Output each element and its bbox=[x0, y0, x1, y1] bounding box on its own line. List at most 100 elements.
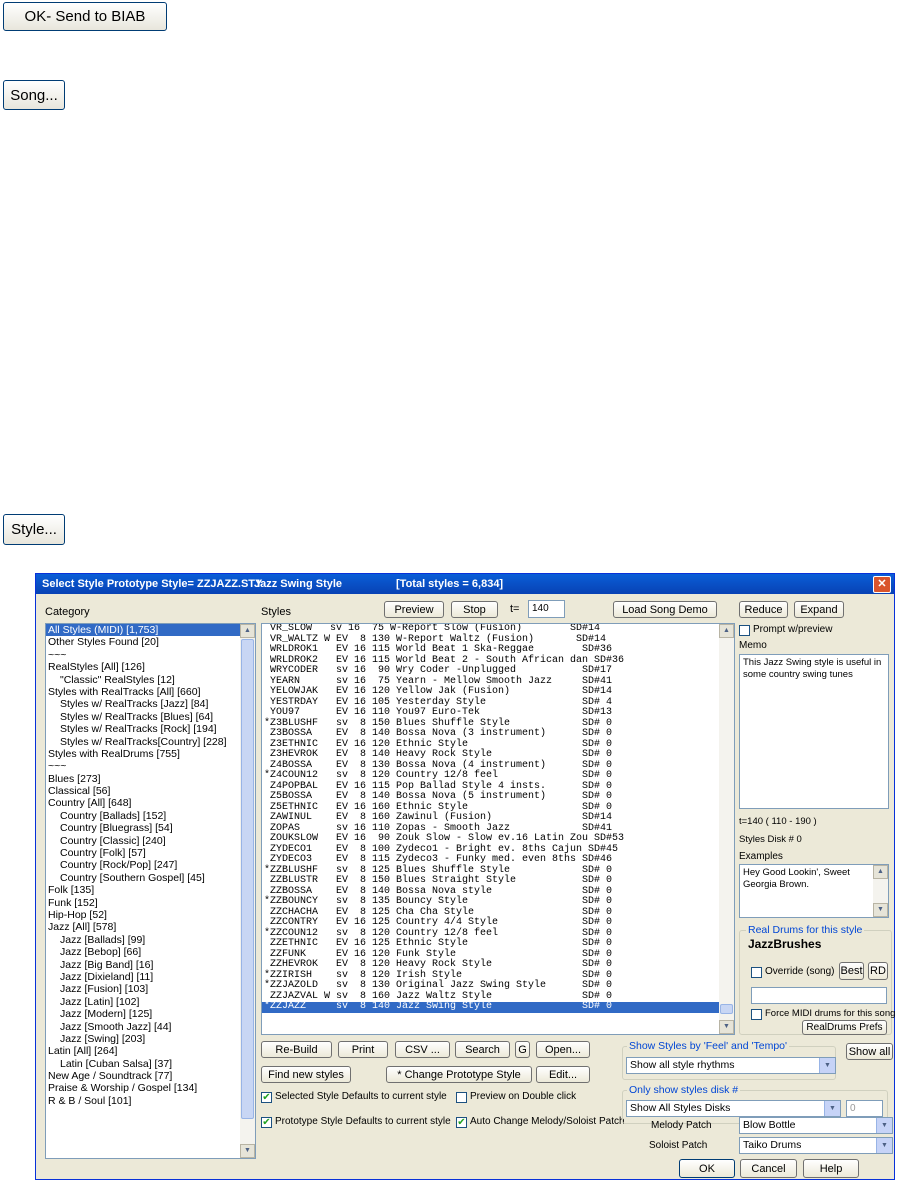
category-item[interactable]: Jazz [Swing] [203] bbox=[46, 1033, 255, 1045]
category-item[interactable]: Funk [152] bbox=[46, 897, 255, 909]
scroll-down-icon[interactable]: ▼ bbox=[240, 1144, 255, 1158]
style-button[interactable]: Style... bbox=[3, 514, 65, 545]
style-row[interactable]: YELOWJAK EV 16 120 Yellow Jak (Fusion) S… bbox=[262, 686, 734, 698]
ok-button[interactable]: OK bbox=[679, 1159, 735, 1178]
category-list[interactable]: All Styles (MIDI) [1,753] Other Styles Fo… bbox=[45, 623, 256, 1159]
preview-button[interactable]: Preview bbox=[384, 601, 444, 618]
scroll-up-icon[interactable]: ▲ bbox=[873, 865, 888, 879]
category-item[interactable]: ~~~ bbox=[46, 760, 255, 772]
category-item[interactable]: Jazz [Latin] [102] bbox=[46, 996, 255, 1008]
scroll-down-icon[interactable]: ▼ bbox=[873, 903, 888, 917]
find-new-styles-button[interactable]: Find new styles bbox=[261, 1066, 351, 1083]
style-row[interactable]: WRYCODER sv 16 90 Wry Coder -Unplugged S… bbox=[262, 665, 734, 677]
chevron-down-icon[interactable]: ▼ bbox=[819, 1058, 835, 1073]
help-button[interactable]: Help bbox=[803, 1159, 859, 1178]
edit-button[interactable]: Edit... bbox=[536, 1066, 590, 1083]
feel-filter-select[interactable]: Show all style rhythms ▼ bbox=[626, 1057, 836, 1074]
category-item[interactable]: Blues [273] bbox=[46, 773, 255, 785]
prototype-defaults-checkbox[interactable]: ✔ bbox=[261, 1117, 272, 1128]
examples-textarea[interactable]: Hey Good Lookin', Sweet Georgia Brown. ▲… bbox=[739, 864, 889, 918]
style-row[interactable]: Z5BOSSA EV 8 140 Bossa Nova (5 instrumen… bbox=[262, 791, 734, 803]
g-button[interactable]: G bbox=[515, 1041, 530, 1058]
category-item[interactable]: Latin [All] [264] bbox=[46, 1045, 255, 1057]
disk-filter-select[interactable]: Show All Styles Disks ▼ bbox=[626, 1100, 841, 1117]
style-row[interactable]: ZZCONTRY EV 16 125 Country 4/4 Style SD#… bbox=[262, 917, 734, 929]
category-item[interactable]: ~~~ bbox=[46, 649, 255, 661]
real-drums-input[interactable] bbox=[751, 987, 887, 1004]
print-button[interactable]: Print bbox=[338, 1041, 388, 1058]
category-item[interactable]: Country [Folk] [57] bbox=[46, 847, 255, 859]
style-row[interactable]: ZAWINUL EV 8 160 Zawinul (Fusion) SD#14 bbox=[262, 812, 734, 824]
search-button[interactable]: Search bbox=[455, 1041, 510, 1058]
category-item[interactable]: Styles with RealTracks [All] [660] bbox=[46, 686, 255, 698]
category-item[interactable]: RealStyles [All] [126] bbox=[46, 661, 255, 673]
cancel-button[interactable]: Cancel bbox=[740, 1159, 797, 1178]
category-item[interactable]: Country [Southern Gospel] [45] bbox=[46, 872, 255, 884]
tempo-input[interactable]: 140 bbox=[528, 600, 565, 618]
category-item[interactable]: Other Styles Found [20] bbox=[46, 636, 255, 648]
style-row[interactable]: VR_SLOW sv 16 75 W-Report Slow (Fusion) … bbox=[262, 624, 734, 635]
memo-textarea[interactable]: This Jazz Swing style is useful in some … bbox=[739, 654, 889, 809]
category-item[interactable]: Jazz [All] [578] bbox=[46, 921, 255, 933]
preview-double-click-checkbox[interactable] bbox=[456, 1092, 467, 1103]
chevron-down-icon[interactable]: ▼ bbox=[876, 1138, 892, 1153]
style-row[interactable]: ZZBLUSTR EV 8 150 Blues Straight Style S… bbox=[262, 875, 734, 887]
category-item[interactable]: R & B / Soul [101] bbox=[46, 1095, 255, 1107]
category-item[interactable]: Jazz [Dixieland] [11] bbox=[46, 971, 255, 983]
category-item[interactable]: Folk [135] bbox=[46, 884, 255, 896]
scroll-thumb[interactable] bbox=[720, 1004, 733, 1014]
category-item[interactable]: Praise & Worship / Gospel [134] bbox=[46, 1082, 255, 1094]
realdrums-prefs-button[interactable]: RealDrums Prefs bbox=[802, 1020, 887, 1035]
category-item[interactable]: Country [Ballads] [152] bbox=[46, 810, 255, 822]
category-item[interactable]: Jazz [Ballads] [99] bbox=[46, 934, 255, 946]
category-item[interactable]: Styles w/ RealTracks [Jazz] [84] bbox=[46, 698, 255, 710]
category-item[interactable]: "Classic" RealStyles [12] bbox=[46, 674, 255, 686]
category-item[interactable]: Jazz [Bebop] [66] bbox=[46, 946, 255, 958]
category-item[interactable]: Styles w/ RealTracks [Blues] [64] bbox=[46, 711, 255, 723]
style-row[interactable]: ZZETHNIC EV 16 125 Ethnic Style SD# 0 bbox=[262, 938, 734, 950]
style-row[interactable]: Z3BOSSA EV 8 140 Bossa Nova (3 instrumen… bbox=[262, 728, 734, 740]
styles-scrollbar[interactable]: ▲ ▼ bbox=[719, 624, 734, 1034]
load-song-demo-button[interactable]: Load Song Demo bbox=[613, 601, 717, 618]
category-item[interactable]: Classical [56] bbox=[46, 785, 255, 797]
category-item[interactable]: Styles w/ RealTracks [Rock] [194] bbox=[46, 723, 255, 735]
category-scrollbar[interactable]: ▲ ▼ bbox=[240, 624, 255, 1158]
style-row[interactable]: *ZZBOUNCY sv 8 135 Bouncy Style SD# 0 bbox=[262, 896, 734, 908]
expand-button[interactable]: Expand bbox=[794, 601, 844, 618]
show-all-button[interactable]: Show all bbox=[846, 1043, 893, 1060]
soloist-patch-select[interactable]: Taiko Drums ▼ bbox=[739, 1137, 893, 1154]
style-row[interactable]: *ZZJAZZ sv 8 140 Jazz Swing Style SD# 0 bbox=[262, 1001, 734, 1013]
category-item[interactable]: Hip-Hop [52] bbox=[46, 909, 255, 921]
disk-number-input[interactable]: 0 bbox=[846, 1100, 883, 1117]
category-item[interactable]: Jazz [Fusion] [103] bbox=[46, 983, 255, 995]
chevron-down-icon[interactable]: ▼ bbox=[876, 1118, 892, 1133]
prompt-preview-checkbox[interactable] bbox=[739, 625, 750, 636]
category-item[interactable]: Jazz [Big Band] [16] bbox=[46, 959, 255, 971]
category-item[interactable]: Latin [Cuban Salsa] [37] bbox=[46, 1058, 255, 1070]
style-row[interactable]: YOU97 EV 16 110 You97 Euro-Tek SD#13 bbox=[262, 707, 734, 719]
reduce-button[interactable]: Reduce bbox=[739, 601, 788, 618]
category-item[interactable]: Styles with RealDrums [755] bbox=[46, 748, 255, 760]
scroll-thumb[interactable] bbox=[241, 639, 254, 1119]
category-item[interactable]: Country [Bluegrass] [54] bbox=[46, 822, 255, 834]
category-item[interactable]: Jazz [Modern] [125] bbox=[46, 1008, 255, 1020]
force-midi-drums-checkbox[interactable] bbox=[751, 1009, 762, 1020]
category-item[interactable]: Country [Rock/Pop] [247] bbox=[46, 859, 255, 871]
scroll-up-icon[interactable]: ▲ bbox=[240, 624, 255, 638]
style-row[interactable]: WRLDROK1 EV 16 115 World Beat 1 Ska-Regg… bbox=[262, 644, 734, 656]
style-row[interactable]: *Z4COUN12 sv 8 120 Country 12/8 feel SD#… bbox=[262, 770, 734, 782]
style-row[interactable]: *ZZJAZOLD sv 8 130 Original Jazz Swing S… bbox=[262, 980, 734, 992]
song-button[interactable]: Song... bbox=[3, 80, 65, 110]
scroll-up-icon[interactable]: ▲ bbox=[719, 624, 734, 638]
close-icon[interactable]: ✕ bbox=[873, 576, 891, 593]
category-item[interactable]: Country [All] [648] bbox=[46, 797, 255, 809]
open-button[interactable]: Open... bbox=[536, 1041, 590, 1058]
examples-scrollbar[interactable]: ▲ ▼ bbox=[873, 865, 888, 917]
ok-send-to-biab-button[interactable]: OK- Send to BIAB bbox=[3, 2, 167, 31]
csv-button[interactable]: CSV ... bbox=[395, 1041, 450, 1058]
auto-change-patch-checkbox[interactable]: ✔ bbox=[456, 1117, 467, 1128]
melody-patch-select[interactable]: Blow Bottle ▼ bbox=[739, 1117, 893, 1134]
chevron-down-icon[interactable]: ▼ bbox=[824, 1101, 840, 1116]
category-item[interactable]: Jazz [Smooth Jazz] [44] bbox=[46, 1021, 255, 1033]
category-item[interactable]: All Styles (MIDI) [1,753] bbox=[46, 624, 255, 637]
